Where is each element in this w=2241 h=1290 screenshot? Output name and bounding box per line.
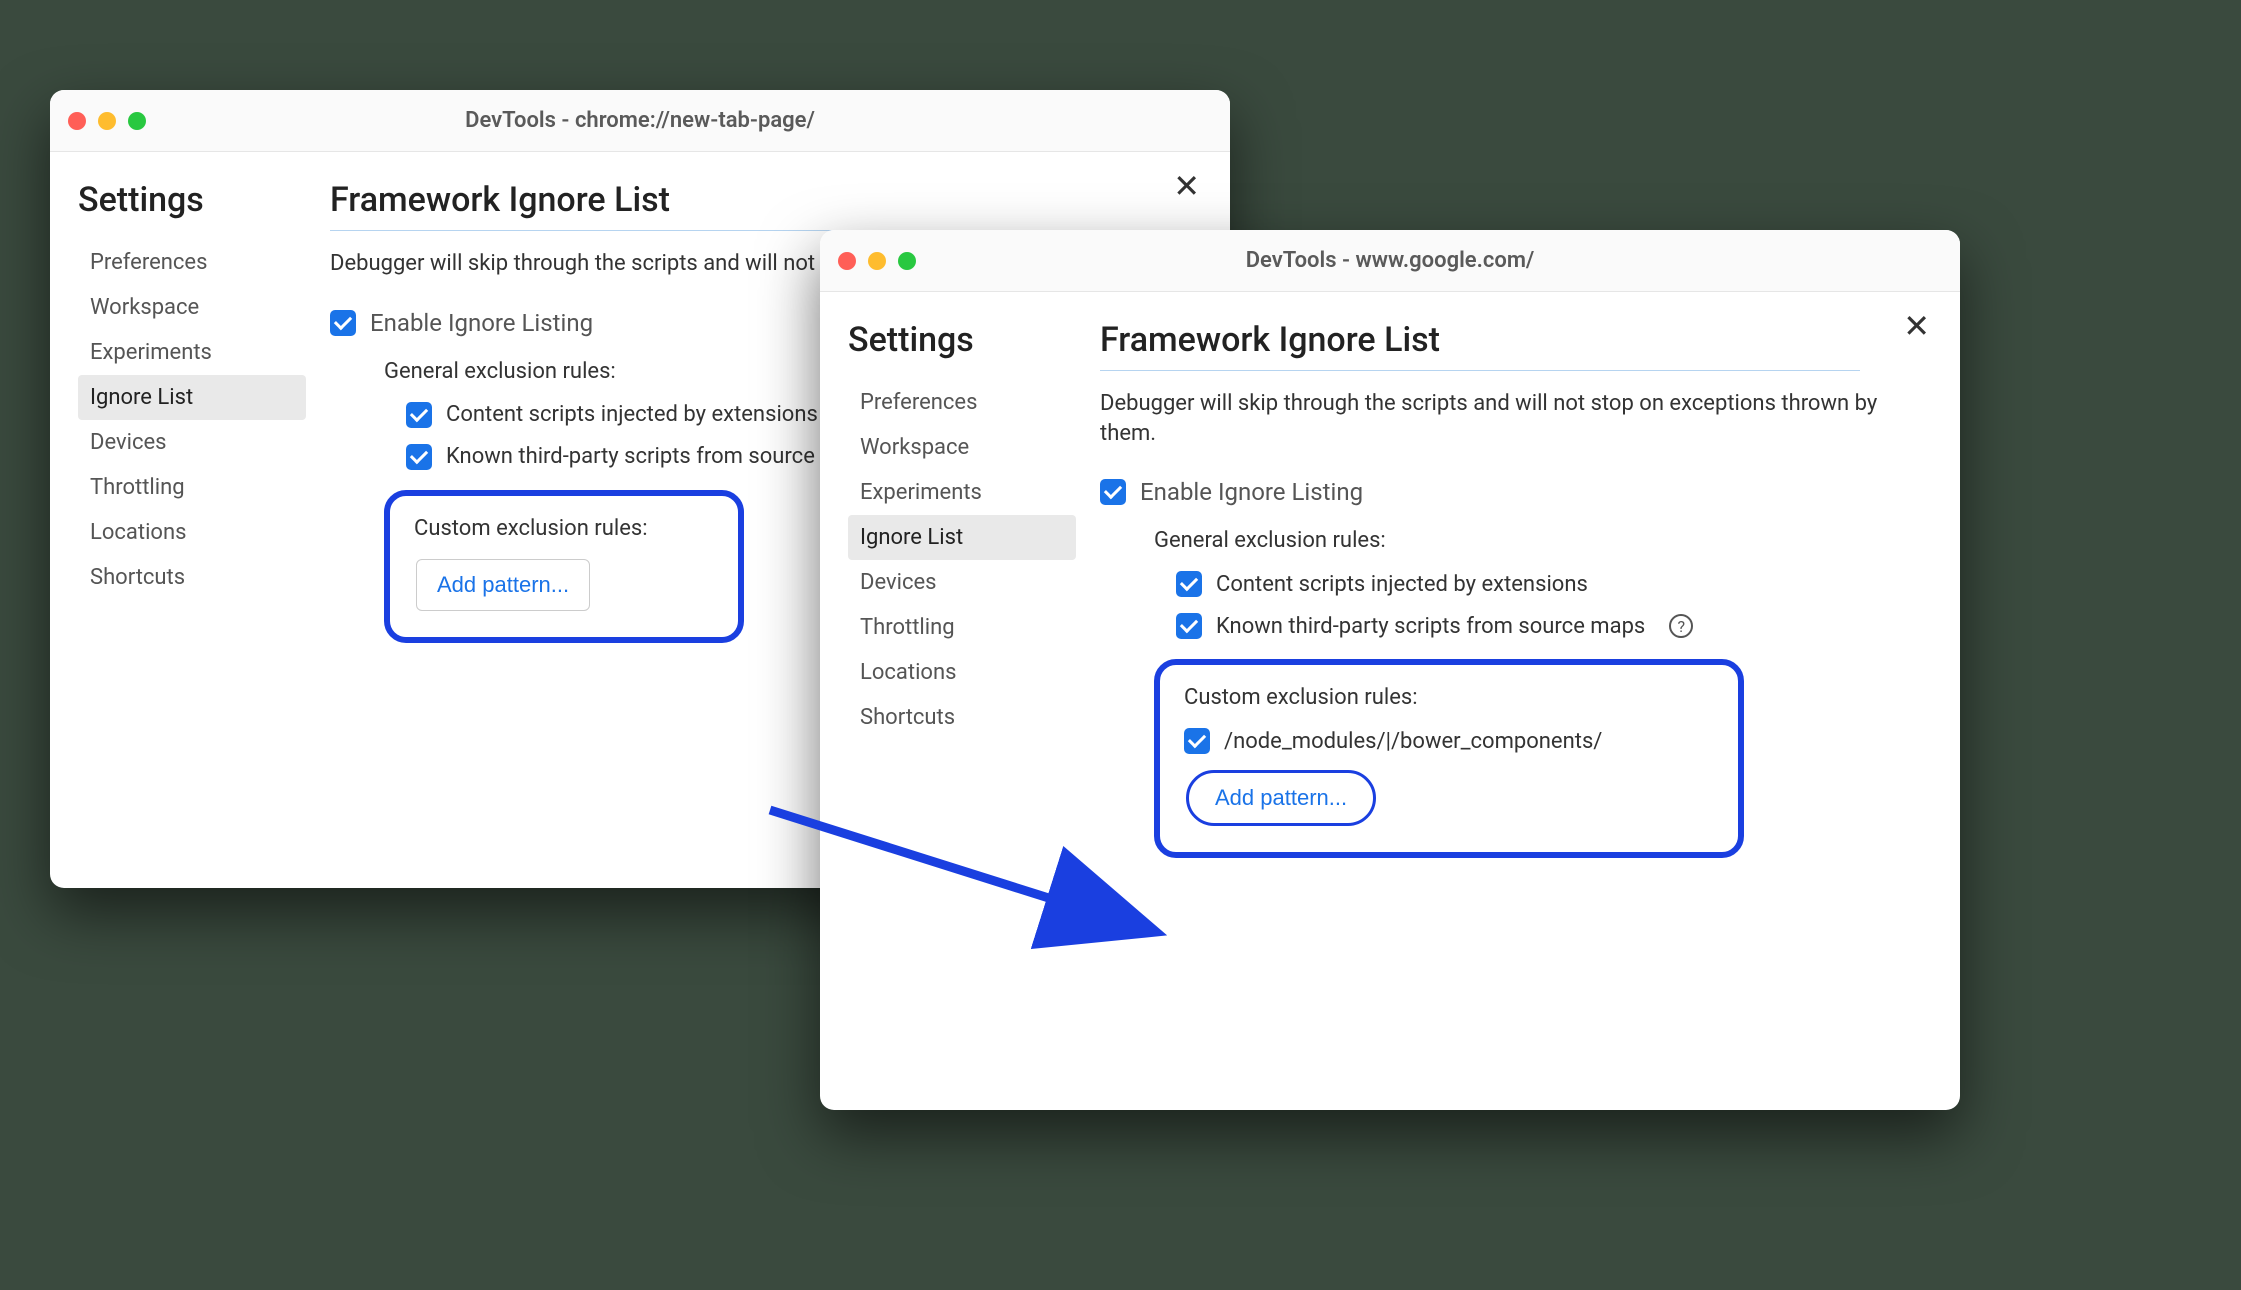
titlebar: DevTools - www.google.com/ bbox=[820, 230, 1960, 292]
content-area: Settings Preferences Workspace Experimen… bbox=[820, 292, 1960, 1110]
sidebar-item-experiments[interactable]: Experiments bbox=[848, 470, 1076, 515]
existing-pattern-row: /node_modules/|/bower_components/ bbox=[1184, 728, 1714, 754]
known-third-party-checkbox[interactable] bbox=[406, 444, 432, 470]
custom-exclusion-title: Custom exclusion rules: bbox=[1184, 685, 1714, 710]
sidebar-item-shortcuts[interactable]: Shortcuts bbox=[78, 555, 306, 600]
sidebar-item-shortcuts[interactable]: Shortcuts bbox=[848, 695, 1076, 740]
sidebar-item-ignore-list[interactable]: Ignore List bbox=[78, 375, 306, 420]
sidebar-item-ignore-list[interactable]: Ignore List bbox=[848, 515, 1076, 560]
known-third-party-checkbox[interactable] bbox=[1176, 613, 1202, 639]
titlebar: DevTools - chrome://new-tab-page/ bbox=[50, 90, 1230, 152]
known-third-party-label: Known third-party scripts from source ma… bbox=[1216, 614, 1645, 639]
add-pattern-button[interactable]: Add pattern... bbox=[1186, 770, 1376, 826]
enable-ignore-listing-label: Enable Ignore Listing bbox=[1140, 478, 1363, 506]
existing-pattern-checkbox[interactable] bbox=[1184, 728, 1210, 754]
settings-heading: Settings bbox=[848, 320, 1076, 360]
close-icon[interactable]: ✕ bbox=[1173, 170, 1200, 202]
sidebar-item-preferences[interactable]: Preferences bbox=[78, 240, 306, 285]
sidebar-item-devices[interactable]: Devices bbox=[848, 560, 1076, 605]
enable-ignore-listing-label: Enable Ignore Listing bbox=[370, 309, 593, 337]
sidebar-item-locations[interactable]: Locations bbox=[848, 650, 1076, 695]
page-description: Debugger will skip through the scripts a… bbox=[1100, 389, 1920, 448]
sidebar-item-preferences[interactable]: Preferences bbox=[848, 380, 1076, 425]
content-scripts-label: Content scripts injected by extensions bbox=[1216, 572, 1588, 597]
devtools-window-right: DevTools - www.google.com/ Settings Pref… bbox=[820, 230, 1960, 1110]
settings-main: ✕ Framework Ignore List Debugger will sk… bbox=[1090, 292, 1960, 1110]
sidebar-item-throttling[interactable]: Throttling bbox=[848, 605, 1076, 650]
window-title: DevTools - www.google.com/ bbox=[820, 248, 1960, 273]
custom-exclusion-callout: Custom exclusion rules: /node_modules/|/… bbox=[1154, 659, 1744, 858]
enable-ignore-listing-checkbox[interactable] bbox=[330, 310, 356, 336]
settings-sidebar: Settings Preferences Workspace Experimen… bbox=[820, 292, 1090, 1110]
sidebar-item-locations[interactable]: Locations bbox=[78, 510, 306, 555]
help-icon[interactable]: ? bbox=[1669, 614, 1693, 638]
content-scripts-checkbox[interactable] bbox=[1176, 571, 1202, 597]
sidebar-item-throttling[interactable]: Throttling bbox=[78, 465, 306, 510]
known-third-party-row: Known third-party scripts from source ma… bbox=[1176, 613, 1920, 639]
custom-exclusion-section: Custom exclusion rules: /node_modules/|/… bbox=[1154, 659, 1920, 858]
custom-exclusion-title: Custom exclusion rules: bbox=[414, 516, 714, 541]
sidebar-item-devices[interactable]: Devices bbox=[78, 420, 306, 465]
content-scripts-row: Content scripts injected by extensions bbox=[1176, 571, 1920, 597]
general-exclusion-section: General exclusion rules: Content scripts… bbox=[1154, 528, 1920, 639]
window-title: DevTools - chrome://new-tab-page/ bbox=[50, 108, 1230, 133]
sidebar-item-experiments[interactable]: Experiments bbox=[78, 330, 306, 375]
page-title: Framework Ignore List bbox=[1100, 320, 1860, 371]
settings-heading: Settings bbox=[78, 180, 306, 220]
close-icon[interactable]: ✕ bbox=[1903, 310, 1930, 342]
enable-ignore-listing-checkbox[interactable] bbox=[1100, 479, 1126, 505]
settings-sidebar: Settings Preferences Workspace Experimen… bbox=[50, 152, 320, 888]
add-pattern-button[interactable]: Add pattern... bbox=[416, 559, 590, 611]
enable-ignore-listing-row: Enable Ignore Listing bbox=[1100, 478, 1920, 506]
content-scripts-label: Content scripts injected by extensions bbox=[446, 402, 818, 427]
sidebar-item-workspace[interactable]: Workspace bbox=[848, 425, 1076, 470]
general-exclusion-title: General exclusion rules: bbox=[1154, 528, 1920, 553]
custom-exclusion-callout: Custom exclusion rules: Add pattern... bbox=[384, 490, 744, 643]
known-third-party-label: Known third-party scripts from source ma… bbox=[446, 444, 875, 469]
sidebar-item-workspace[interactable]: Workspace bbox=[78, 285, 306, 330]
existing-pattern-label: /node_modules/|/bower_components/ bbox=[1224, 729, 1602, 754]
page-title: Framework Ignore List bbox=[330, 180, 1130, 231]
content-scripts-checkbox[interactable] bbox=[406, 402, 432, 428]
